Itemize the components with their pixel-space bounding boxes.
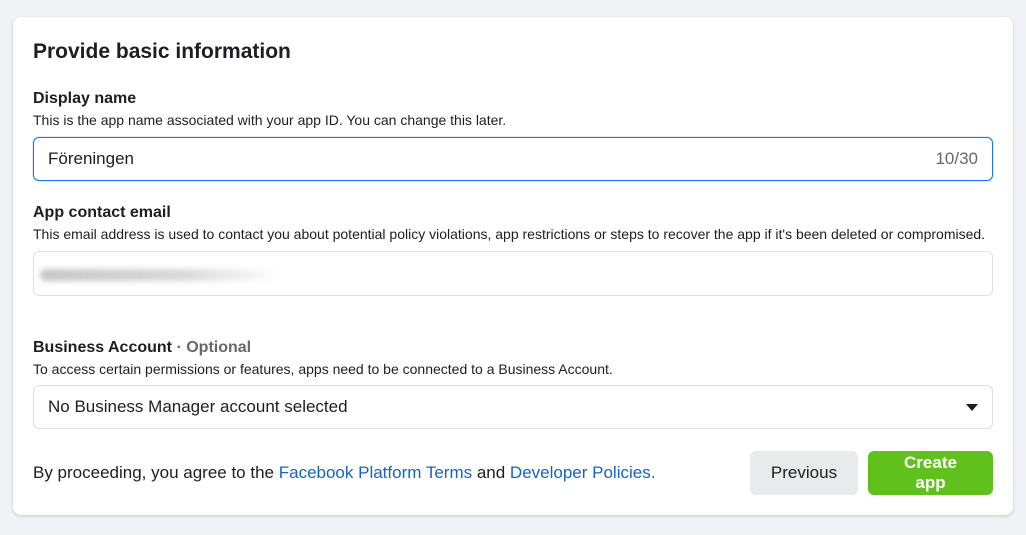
agree-and: and — [472, 462, 510, 482]
business-account-field: Business Account · Optional To access ce… — [33, 338, 993, 429]
display-name-input[interactable]: Föreningen 10/30 — [33, 137, 993, 181]
previous-button[interactable]: Previous — [750, 450, 858, 495]
terms-agreement-text: By proceeding, you agree to the Facebook… — [33, 463, 750, 483]
business-account-selected-value: No Business Manager account selected — [48, 397, 348, 416]
platform-terms-link[interactable]: Facebook Platform Terms — [279, 463, 472, 482]
business-account-help: To access certain permissions or feature… — [33, 361, 613, 377]
contact-email-input[interactable] — [33, 251, 993, 296]
business-account-select[interactable]: No Business Manager account selected — [33, 385, 993, 429]
redacted-email-value — [40, 269, 280, 281]
agree-prefix: By proceeding, you agree to the — [33, 462, 279, 482]
section-title: Provide basic information — [33, 40, 291, 63]
character-counter: 10/30 — [935, 149, 978, 168]
contact-email-label: App contact email — [33, 204, 171, 221]
optional-tag: Optional — [186, 339, 252, 356]
developer-policies-link[interactable]: Developer Policies. — [510, 463, 656, 482]
business-account-label: Business Account · Optional — [33, 338, 993, 358]
basic-info-card: Provide basic information Display name T… — [13, 17, 1013, 515]
label-separator: · — [176, 339, 182, 356]
display-name-help: This is the app name associated with you… — [33, 112, 507, 128]
business-account-label-text: Business Account — [33, 339, 172, 356]
form-footer: By proceeding, you agree to the Facebook… — [33, 450, 993, 495]
display-name-field: Display name This is the app name associ… — [33, 89, 993, 181]
display-name-label: Display name — [33, 90, 137, 107]
contact-email-field: App contact email This email address is … — [33, 203, 993, 296]
create-app-button[interactable]: Create app — [868, 450, 993, 495]
caret-down-icon — [966, 403, 978, 411]
display-name-value: Föreningen — [48, 149, 135, 168]
contact-email-help: This email address is used to contact yo… — [33, 226, 986, 242]
